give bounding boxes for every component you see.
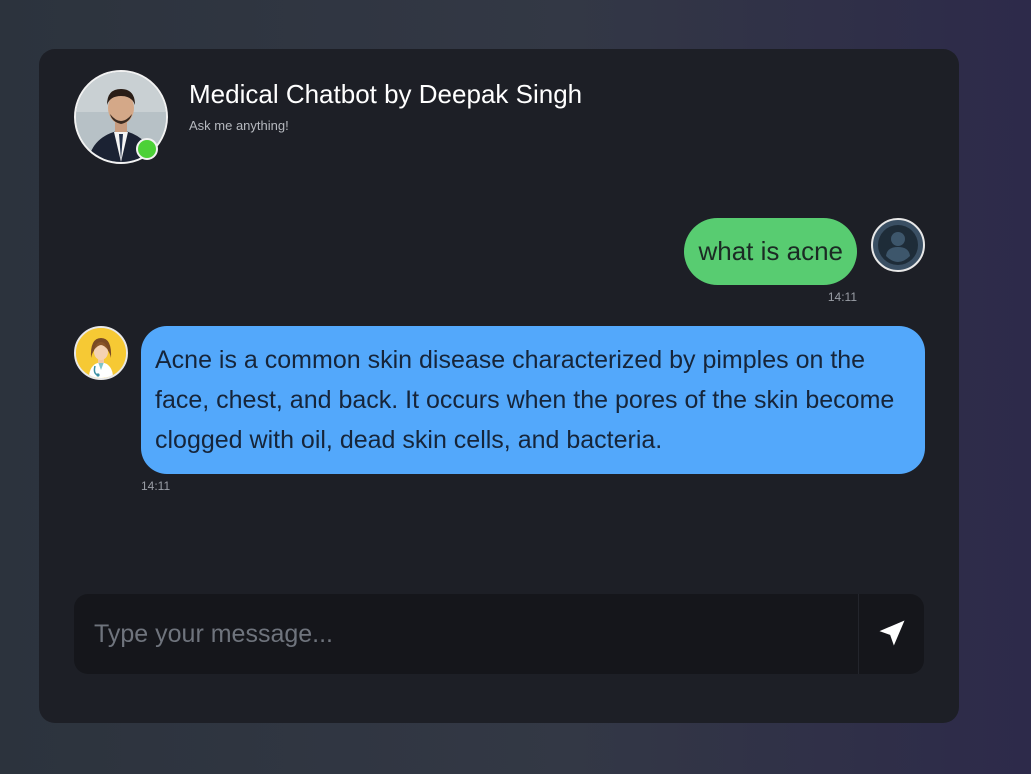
user-message-bubble: what is acne [684,218,857,285]
user-icon [871,218,925,272]
send-icon [879,620,905,646]
send-button[interactable] [858,594,924,674]
chat-title: Medical Chatbot by Deepak Singh [189,79,583,109]
bot-message-time: 14:11 [141,479,171,493]
user-message-time: 14:11 [827,290,857,304]
online-status-indicator [136,138,158,160]
message-composer [74,594,924,674]
bot-message-bubble: Acne is a common skin disease characteri… [141,326,925,474]
chat-window: Medical Chatbot by Deepak Singh Ask me a… [39,49,959,723]
doctor-icon [74,326,128,380]
message-input[interactable] [74,594,858,674]
chat-subtitle: Ask me anything! [189,118,289,133]
